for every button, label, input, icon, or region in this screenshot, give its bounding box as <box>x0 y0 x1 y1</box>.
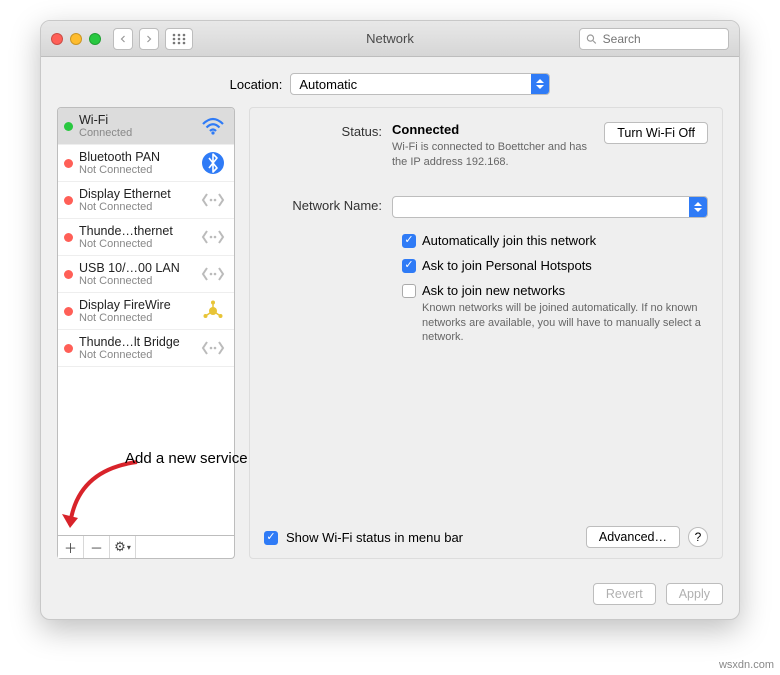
chevron-right-icon <box>146 34 152 44</box>
ethernet-icon <box>200 261 226 287</box>
status-dot-icon <box>64 270 73 279</box>
minus-icon: － <box>90 538 103 557</box>
apply-button[interactable]: Apply <box>666 583 723 605</box>
search-icon <box>586 33 597 45</box>
sidebar-footer: ＋ － ⚙︎▾ <box>57 536 235 559</box>
auto-join-label: Automatically join this network <box>422 233 708 248</box>
service-name: Thunde…lt Bridge <box>79 335 194 349</box>
auto-join-checkbox[interactable] <box>402 234 416 248</box>
service-item-bluetooth-pan[interactable]: Bluetooth PANNot Connected <box>58 145 234 182</box>
forward-button[interactable] <box>139 28 159 50</box>
grid-icon <box>172 33 186 45</box>
service-item-wi-fi[interactable]: Wi-FiConnected <box>58 108 234 145</box>
service-name: Bluetooth PAN <box>79 150 194 164</box>
status-value: Connected <box>392 122 459 137</box>
revert-button[interactable]: Revert <box>593 583 656 605</box>
personal-hotspots-checkbox[interactable] <box>402 259 416 273</box>
ethernet-icon <box>200 224 226 250</box>
service-item-thunde-lt-bridge[interactable]: Thunde…lt BridgeNot Connected <box>58 330 234 367</box>
status-label: Status: <box>264 122 392 139</box>
service-name: Wi-Fi <box>79 113 194 127</box>
advanced-button[interactable]: Advanced… <box>586 526 680 548</box>
turn-wifi-off-button[interactable]: Turn Wi-Fi Off <box>604 122 708 144</box>
add-service-button[interactable]: ＋ <box>58 536 84 558</box>
service-name: Thunde…thernet <box>79 224 194 238</box>
close-window-button[interactable] <box>51 33 63 45</box>
status-dot-icon <box>64 159 73 168</box>
service-item-usb-10-00-lan[interactable]: USB 10/…00 LANNot Connected <box>58 256 234 293</box>
gear-icon: ⚙︎ <box>114 539 126 555</box>
ask-new-networks-label: Ask to join new networks <box>422 283 708 298</box>
service-sidebar: Wi-FiConnectedBluetooth PANNot Connected… <box>57 107 235 559</box>
status-dot-icon <box>64 344 73 353</box>
service-name: USB 10/…00 LAN <box>79 261 194 275</box>
chevron-left-icon <box>120 34 126 44</box>
search-input[interactable] <box>601 31 722 47</box>
service-status: Not Connected <box>79 275 194 287</box>
firewire-icon <box>200 298 226 324</box>
traffic-lights <box>51 33 101 45</box>
service-item-thunde-thernet[interactable]: Thunde…thernetNot Connected <box>58 219 234 256</box>
ask-new-networks-description: Known networks will be joined automatica… <box>422 301 708 346</box>
ethernet-icon <box>200 187 226 213</box>
grid-view-button[interactable] <box>165 28 193 50</box>
help-button[interactable]: ? <box>688 527 708 547</box>
titlebar: Network <box>41 21 739 57</box>
location-label: Location: <box>230 77 283 92</box>
status-dot-icon <box>64 122 73 131</box>
personal-hotspots-label: Ask to join Personal Hotspots <box>422 258 708 273</box>
service-status: Not Connected <box>79 312 194 324</box>
network-prefs-window: Network Location: Automatic Wi-FiConnect… <box>40 20 740 620</box>
wifi-icon <box>200 113 226 139</box>
service-status: Not Connected <box>79 349 194 361</box>
service-status: Not Connected <box>79 238 194 250</box>
service-detail: Status: Connected Wi-Fi is connected to … <box>249 107 723 559</box>
status-dot-icon <box>64 233 73 242</box>
plus-icon: ＋ <box>64 538 77 557</box>
back-button[interactable] <box>113 28 133 50</box>
service-status: Connected <box>79 127 194 139</box>
watermark: wsxdn.com <box>719 659 774 671</box>
question-icon: ? <box>695 530 702 544</box>
window-footer: Revert Apply <box>41 573 739 619</box>
chevron-down-icon: ▾ <box>127 543 131 552</box>
ask-new-networks-checkbox[interactable] <box>402 284 416 298</box>
updown-icon <box>531 74 549 94</box>
location-select[interactable]: Automatic <box>290 73 550 95</box>
service-name: Display Ethernet <box>79 187 194 201</box>
minimize-window-button[interactable] <box>70 33 82 45</box>
show-menu-bar-label: Show Wi-Fi status in menu bar <box>286 530 578 545</box>
bluetooth-icon <box>200 150 226 176</box>
service-name: Display FireWire <box>79 298 194 312</box>
status-description: Wi-Fi is connected to Boettcher and has … <box>392 140 592 170</box>
updown-icon <box>689 197 707 217</box>
location-row: Location: Automatic <box>41 57 739 107</box>
toolbar-buttons <box>113 28 193 50</box>
remove-service-button[interactable]: － <box>84 536 110 558</box>
search-field[interactable] <box>579 28 729 50</box>
window-body: Wi-FiConnectedBluetooth PANNot Connected… <box>41 107 739 573</box>
service-status: Not Connected <box>79 201 194 213</box>
service-list: Wi-FiConnectedBluetooth PANNot Connected… <box>57 107 235 536</box>
show-menu-bar-checkbox[interactable] <box>264 531 278 545</box>
status-dot-icon <box>64 307 73 316</box>
location-value: Automatic <box>299 77 523 92</box>
service-status: Not Connected <box>79 164 194 176</box>
service-item-display-firewire[interactable]: Display FireWireNot Connected <box>58 293 234 330</box>
network-name-label: Network Name: <box>264 196 392 213</box>
ethernet-icon <box>200 335 226 361</box>
service-item-display-ethernet[interactable]: Display EthernetNot Connected <box>58 182 234 219</box>
status-dot-icon <box>64 196 73 205</box>
service-actions-button[interactable]: ⚙︎▾ <box>110 536 136 558</box>
zoom-window-button[interactable] <box>89 33 101 45</box>
network-name-select[interactable] <box>392 196 708 218</box>
